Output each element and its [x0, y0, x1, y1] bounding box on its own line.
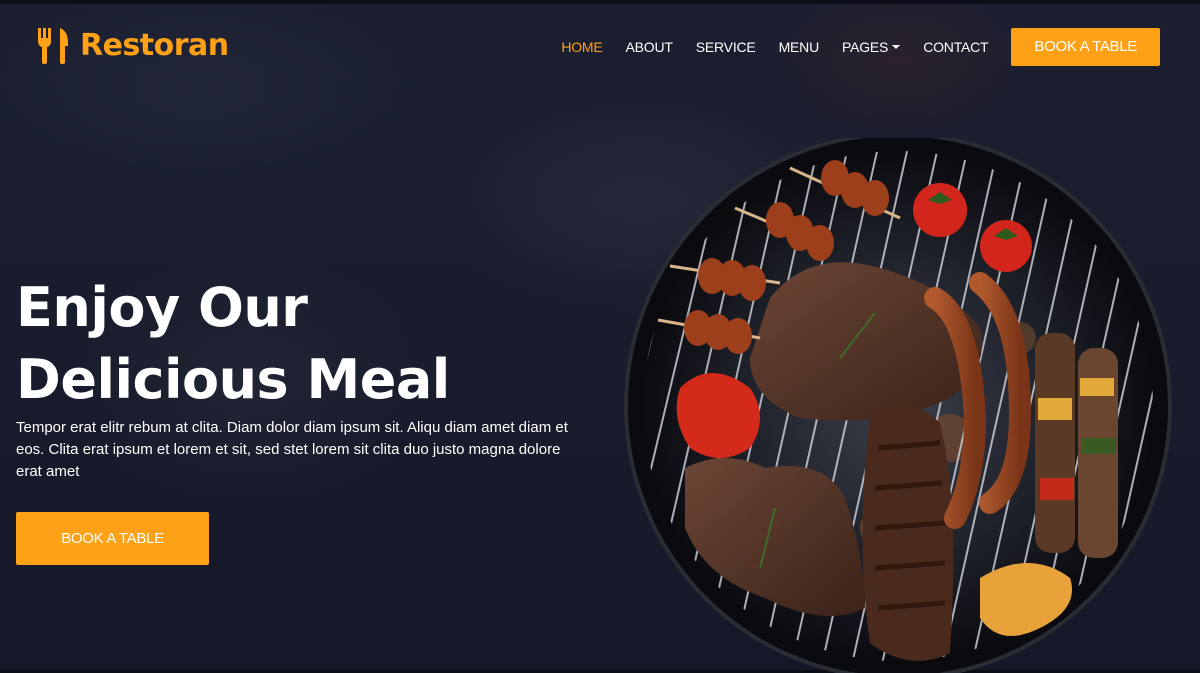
hero-description: Tempor erat elitr rebum at clita. Diam d…	[16, 419, 568, 480]
tomato-2	[980, 220, 1032, 272]
top-edge	[0, 0, 1200, 4]
nav-pages-label: Pages	[841, 39, 889, 55]
nav-about[interactable]: About	[626, 39, 673, 55]
hero-title: Enjoy Our Delicious Meal	[16, 272, 450, 416]
hero-book-table-button[interactable]: Book A Table	[16, 512, 209, 565]
nav-menu[interactable]: Menu	[779, 39, 820, 55]
hero-title-line-1: Enjoy Our	[16, 276, 308, 339]
nav-contact[interactable]: Contact	[923, 39, 988, 55]
hero-grill-image	[624, 138, 1172, 673]
nav-pages-dropdown[interactable]: Pages	[841, 39, 901, 55]
brand-name: Restoran	[80, 27, 229, 63]
nav-book-table-button[interactable]: Book A Table	[1011, 28, 1160, 66]
nav-service[interactable]: Service	[696, 39, 756, 55]
utensils-icon	[38, 28, 68, 64]
main-nav: Home About Service Menu Pages Contact Bo…	[561, 28, 1160, 66]
nav-home[interactable]: Home	[561, 39, 602, 55]
caret-down-icon	[892, 45, 901, 49]
tomato-1	[913, 183, 967, 237]
brand-logo[interactable]: Restoran	[36, 26, 229, 64]
hero-title-line-2: Delicious Meal	[16, 348, 450, 411]
